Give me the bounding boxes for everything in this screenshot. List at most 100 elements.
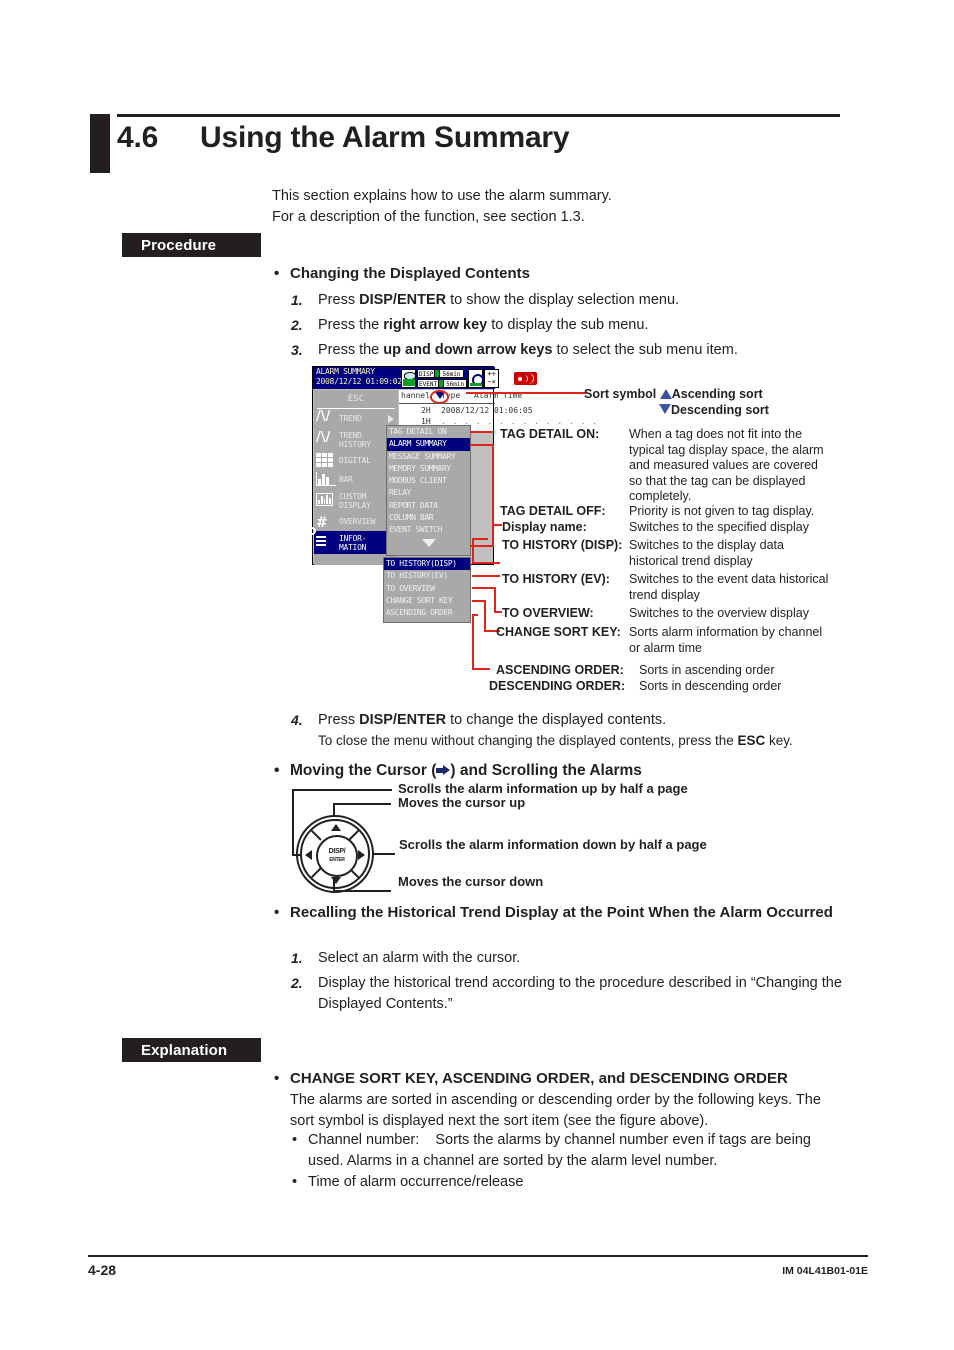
annotation-term-to-history-ev: TO HISTORY (EV): bbox=[502, 572, 610, 586]
bar-icon bbox=[316, 472, 336, 487]
right-arrow-icon bbox=[436, 765, 451, 776]
trend-icon bbox=[316, 409, 336, 426]
submenu-item-modbus-client[interactable]: MODBUS CLIENT bbox=[387, 475, 470, 487]
up-arrow-key[interactable] bbox=[331, 824, 341, 831]
submenu-item-relay[interactable]: RELAY bbox=[387, 487, 470, 499]
explanation-bullet-term: Channel number: bbox=[308, 1132, 420, 1148]
annotation-term-to-history-disp: TO HISTORY (DISP): bbox=[502, 538, 623, 552]
dpad-leader-right bbox=[373, 853, 395, 855]
leader-to-history-disp bbox=[472, 562, 500, 564]
device-status-icons: DISP 56min EVENT 56min +÷ −× bbox=[401, 368, 538, 388]
annotation-term-display-name: Display name: bbox=[502, 520, 587, 534]
table-header-divider bbox=[399, 403, 495, 404]
leader-change-sort-v bbox=[484, 600, 486, 632]
device-timestamp: 2008/12/12 01:09:02 bbox=[316, 377, 402, 386]
dpad-label-right: Scrolls the alarm information down by ha… bbox=[399, 837, 707, 852]
step-text-pre: Press the bbox=[318, 317, 384, 333]
step-number: 2. bbox=[291, 975, 303, 991]
annotation-desc-descending-order: Sorts in descending order bbox=[639, 679, 782, 693]
annotation-desc-to-overview: Switches to the overview display bbox=[629, 606, 809, 620]
step-text-pre: Press the bbox=[318, 342, 384, 358]
step-4: 4. Press DISP/ENTER to change the display… bbox=[291, 710, 858, 731]
submenu-item-to-history-disp[interactable]: TO HISTORY(DISP) bbox=[384, 558, 470, 571]
dpad-leader-down-h bbox=[333, 890, 391, 892]
menu-item-esc[interactable]: ESC bbox=[314, 390, 398, 408]
step-text-post: to display the sub menu. bbox=[487, 317, 649, 333]
left-arrow-key[interactable] bbox=[305, 850, 312, 860]
recalling-step-2: 2. Display the historical trend according… bbox=[291, 975, 842, 1012]
subsection-changing-displayed-contents: • Changing the Displayed Contents bbox=[274, 263, 810, 284]
leader-to-history-ev bbox=[472, 575, 500, 577]
event-value: 56min bbox=[444, 378, 468, 388]
page-title: 4.6 Using the Alarm Summary bbox=[117, 121, 857, 165]
memory-icon bbox=[401, 368, 416, 388]
submenu-item-alarm-summary[interactable]: ALARM SUMMARY bbox=[387, 438, 470, 451]
step-text-strong: DISP/ENTER bbox=[359, 712, 447, 728]
dpad-leader-up-h bbox=[333, 803, 391, 805]
dpad-label-up: Moves the cursor up bbox=[398, 795, 526, 810]
recalling-step-1: 1. Select an alarm with the cursor. bbox=[291, 948, 848, 969]
bullet-dot-icon: • bbox=[274, 762, 280, 779]
disp-enter-key[interactable]: DISP/ ENTER bbox=[316, 835, 358, 877]
dpad-leader-left-bottom bbox=[292, 854, 302, 856]
intro-text: This section explains how to use the ala… bbox=[272, 186, 832, 228]
step-text-strong: DISP/ENTER bbox=[359, 292, 447, 308]
submenu-item-change-sort-key[interactable]: CHANGE SORT KEY bbox=[384, 595, 470, 607]
submenu-item-tag-detail-on[interactable]: TAG DETAIL ON bbox=[387, 426, 470, 438]
leader-ascending bbox=[472, 668, 490, 670]
leader-tag-detail-on bbox=[470, 431, 494, 433]
document-page: 4.6 Using the Alarm Summary This section … bbox=[0, 0, 954, 1350]
submenu-item-message-summary[interactable]: MESSAGE SUMMARY bbox=[387, 451, 470, 463]
leader-ascending-v bbox=[472, 614, 474, 670]
row-1-channel: 2H bbox=[421, 406, 431, 415]
step-number: 1. bbox=[291, 292, 303, 308]
navigation-keys-figure: DISP/ ENTER bbox=[296, 815, 374, 893]
annotation-descending-sort: Descending sort bbox=[659, 403, 769, 419]
annotation-sort-symbol: Sort symbol Ascending sort bbox=[584, 387, 763, 401]
step-2: 2. Press the right arrow key to display t… bbox=[291, 315, 838, 336]
explanation-heading: • CHANGE SORT KEY, ASCENDING ORDER, and D… bbox=[274, 1070, 788, 1087]
step-number: 2. bbox=[291, 317, 303, 333]
event-rate-row: EVENT 56min bbox=[417, 378, 468, 388]
menu-item-label: DIGITAL bbox=[339, 456, 371, 465]
scroll-down-icon[interactable] bbox=[387, 537, 470, 549]
dpad-leader-left-top bbox=[292, 789, 392, 791]
leader-bracket-display-name-v bbox=[492, 444, 494, 546]
step-text-post: to select the sub menu item. bbox=[552, 342, 738, 358]
device-title: ALARM SUMMARY bbox=[316, 367, 375, 376]
annotation-term-tag-detail-on: TAG DETAIL ON: bbox=[500, 427, 600, 441]
annotation-desc-ascending-order: Sorts in ascending order bbox=[639, 663, 775, 677]
display-action-sub-menu: TO HISTORY(DISP) TO HISTORY(EV) TO OVERV… bbox=[383, 557, 471, 623]
dpad-label-left: Scrolls the alarm information up by half… bbox=[398, 781, 688, 796]
explanation-bullet-1: • Channel number: Sorts the alarms by cha… bbox=[292, 1130, 828, 1172]
dpad-leader-left-v bbox=[292, 789, 294, 855]
disp-rate-row: DISP 56min bbox=[417, 368, 467, 378]
submenu-item-memory-summary[interactable]: MEMORY SUMMARY bbox=[387, 463, 470, 475]
submenu-item-to-overview[interactable]: TO OVERVIEW bbox=[384, 583, 470, 595]
leader-to-history-disp-v bbox=[472, 538, 474, 562]
submenu-item-report-data[interactable]: REPORT DATA bbox=[387, 500, 470, 512]
step-text-post: to change the displayed contents. bbox=[446, 712, 667, 728]
leader-sort-symbol bbox=[466, 392, 586, 394]
menu-item-label: INFOR- MATION bbox=[339, 533, 367, 552]
step-number: 1. bbox=[291, 950, 303, 966]
submenu-item-event-switch[interactable]: EVENT SWITCH bbox=[387, 524, 470, 536]
menu-item-label: OVERVIEW bbox=[339, 517, 376, 526]
trend-history-icon bbox=[316, 430, 336, 447]
sampling-rate-indicators: DISP 56min EVENT 56min bbox=[417, 368, 468, 388]
section-title: Using the Alarm Summary bbox=[200, 121, 570, 154]
intro-line-1: This section explains how to use the ala… bbox=[272, 188, 612, 204]
annotation-term-change-sort-key: CHANGE SORT KEY: bbox=[496, 625, 621, 639]
bullet-dot-icon: • bbox=[292, 1132, 298, 1148]
subsection-moving-cursor: • Moving the Cursor () and Scrolling the … bbox=[274, 762, 642, 779]
disp-label: DISP bbox=[417, 368, 436, 378]
submenu-item-ascending-order[interactable]: ASCENDING ORDER bbox=[384, 607, 470, 619]
submenu-item-column-bar[interactable]: COLUMN BAR bbox=[387, 512, 470, 524]
annotation-desc-to-history-disp: Switches to the display data historical … bbox=[629, 538, 784, 568]
annotation-desc-display-name: Switches to the specified display bbox=[629, 520, 809, 534]
ascending-sort-icon bbox=[659, 389, 672, 399]
right-arrow-key[interactable] bbox=[358, 850, 365, 860]
submenu-item-to-history-ev[interactable]: TO HISTORY(EV) bbox=[384, 570, 470, 582]
menu-item-label: CUSTOM DISPLAY bbox=[339, 491, 371, 510]
step-3: 3. Press the up and down arrow keys to se… bbox=[291, 340, 838, 361]
